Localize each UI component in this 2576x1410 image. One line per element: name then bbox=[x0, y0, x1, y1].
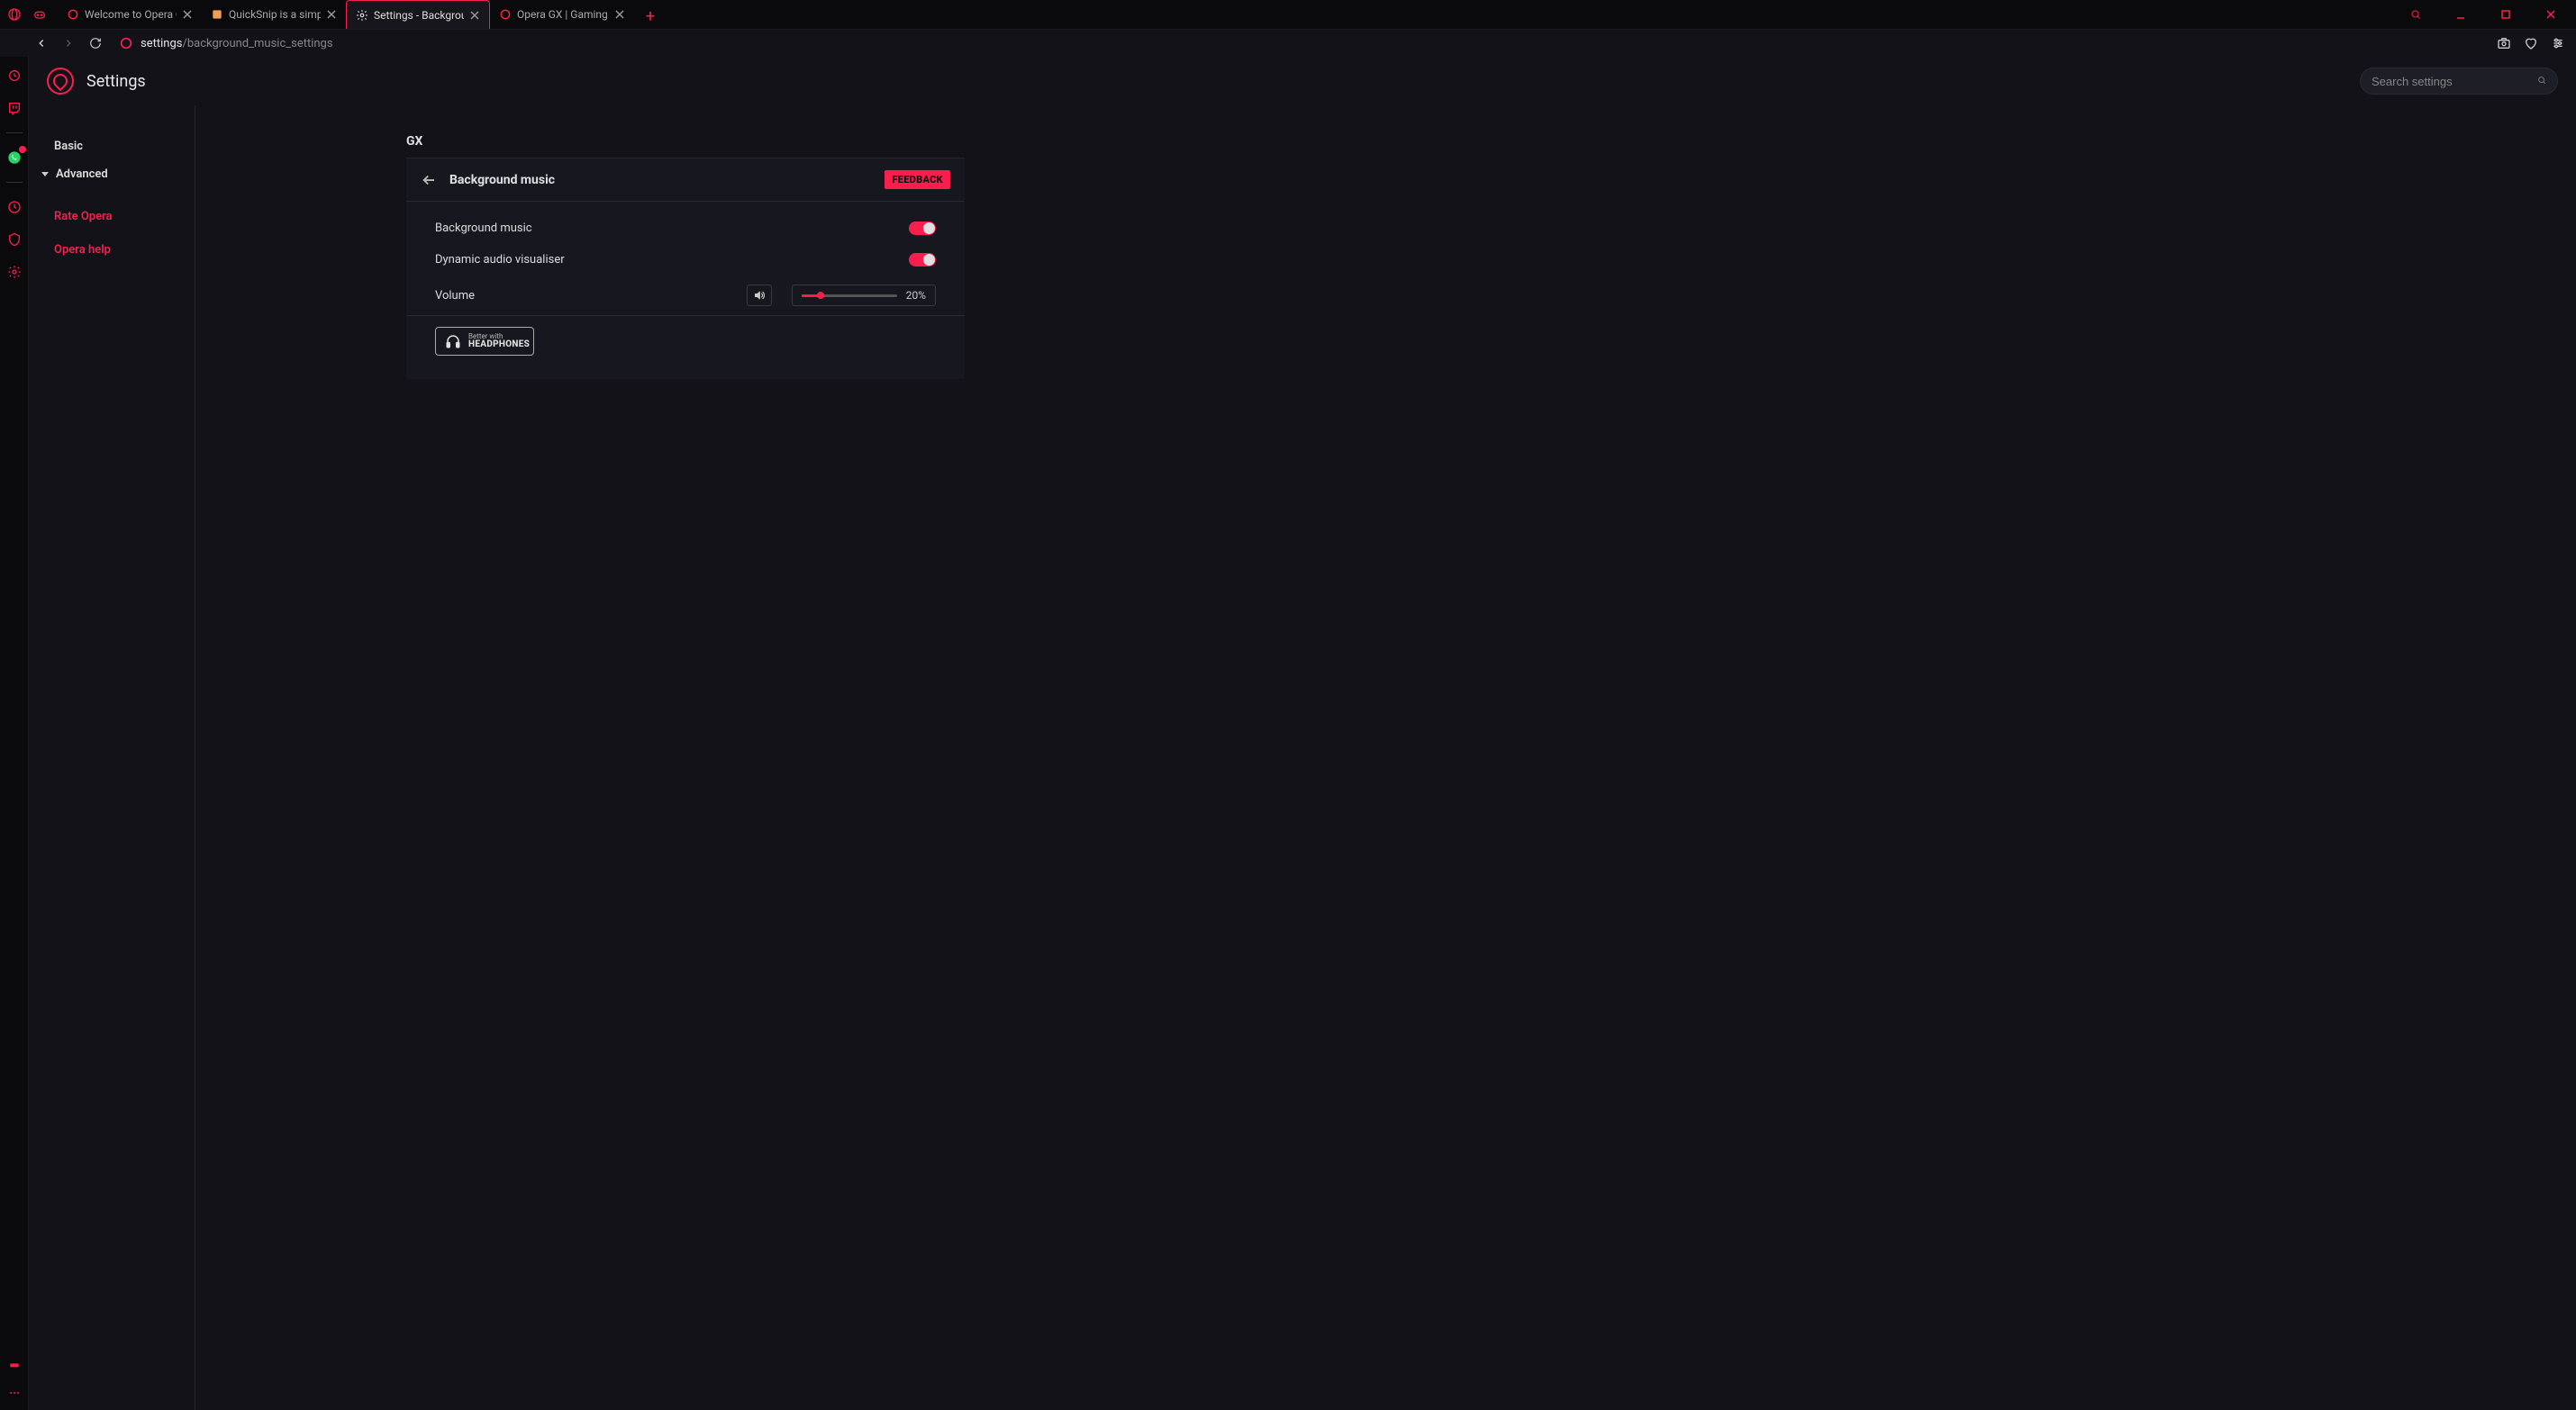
close-window-button[interactable] bbox=[2531, 0, 2571, 29]
feedback-button[interactable]: FEEDBACK bbox=[884, 170, 950, 189]
divider bbox=[6, 182, 23, 183]
address-field[interactable]: settings/background_music_settings bbox=[113, 36, 2488, 50]
opera-icon bbox=[499, 8, 512, 21]
address-bar: settings/background_music_settings bbox=[0, 30, 2576, 57]
close-icon[interactable] bbox=[469, 10, 480, 21]
tab-4[interactable]: Opera GX | Gaming Browse bbox=[490, 0, 634, 29]
tab-1[interactable]: Welcome to Opera GX! bbox=[58, 0, 202, 29]
page-header: Settings bbox=[29, 57, 2576, 105]
snapshot-icon[interactable] bbox=[2497, 36, 2511, 50]
quicksnip-icon bbox=[211, 8, 223, 21]
more-icon[interactable] bbox=[6, 1385, 23, 1401]
tab-2[interactable]: QuickSnip is a simple scree bbox=[202, 0, 346, 29]
mute-button[interactable] bbox=[747, 285, 772, 306]
tab-3-active[interactable]: Settings - Background musi bbox=[346, 0, 490, 29]
heart-icon[interactable] bbox=[2524, 36, 2538, 50]
search-tabs-icon[interactable] bbox=[2396, 0, 2435, 29]
chevron-down-icon bbox=[41, 172, 49, 176]
row-background-music: Background music bbox=[406, 212, 965, 244]
headphones-big-text: HEADPHONES bbox=[468, 340, 530, 349]
card-title: Background music bbox=[449, 173, 555, 187]
close-icon[interactable] bbox=[614, 9, 625, 20]
settings-main-pane: GX Background music FEEDBACK bbox=[195, 105, 2576, 1410]
row-label: Dynamic audio visualiser bbox=[435, 253, 565, 267]
back-button[interactable] bbox=[32, 34, 50, 52]
tab-title: QuickSnip is a simple scree bbox=[229, 8, 321, 21]
gx-control-icon[interactable] bbox=[6, 68, 23, 84]
settings-sidebar: Basic Advanced Rate Opera Opera help bbox=[29, 105, 195, 1410]
gear-icon bbox=[356, 9, 368, 22]
gx-corner-icon[interactable] bbox=[32, 7, 47, 22]
twitch-icon[interactable] bbox=[6, 100, 23, 116]
slider-thumb[interactable] bbox=[817, 292, 824, 299]
new-tab-button[interactable]: + bbox=[638, 4, 663, 29]
tab-title: Opera GX | Gaming Browse bbox=[517, 8, 609, 21]
notification-badge bbox=[19, 146, 26, 153]
settings-logo-icon bbox=[47, 68, 74, 95]
whatsapp-icon[interactable] bbox=[6, 149, 23, 166]
settings-card: Background music FEEDBACK Background mus… bbox=[406, 158, 965, 379]
tab-title: Settings - Background musi bbox=[374, 9, 464, 22]
settings-icon[interactable] bbox=[6, 264, 23, 280]
row-volume: Volume 20% bbox=[406, 276, 965, 315]
url-text: settings/background_music_settings bbox=[141, 37, 333, 50]
back-arrow-button[interactable] bbox=[421, 172, 437, 188]
sidebar-launcher bbox=[0, 57, 29, 1410]
row-visualiser: Dynamic audio visualiser bbox=[406, 244, 965, 276]
extensions-icon[interactable] bbox=[6, 231, 23, 248]
maximize-button[interactable] bbox=[2486, 0, 2526, 29]
search-settings-box[interactable] bbox=[2360, 68, 2558, 95]
easy-setup-icon[interactable] bbox=[2551, 36, 2565, 50]
forward-button[interactable] bbox=[59, 34, 77, 52]
headphones-badge: Better with HEADPHONES bbox=[435, 327, 534, 356]
sidebar-link-opera-help[interactable]: Opera help bbox=[29, 238, 195, 262]
search-settings-input[interactable] bbox=[2372, 75, 2530, 88]
tab-title: Welcome to Opera GX! bbox=[85, 8, 177, 21]
slider-track[interactable] bbox=[802, 294, 897, 297]
section-label-gx: GX bbox=[406, 134, 965, 149]
volume-slider[interactable]: 20% bbox=[792, 285, 936, 306]
search-icon bbox=[2537, 75, 2546, 87]
page-title: Settings bbox=[86, 72, 146, 91]
close-icon[interactable] bbox=[326, 9, 337, 20]
opera-menu-icon[interactable] bbox=[7, 7, 22, 22]
tab-strip: Welcome to Opera GX! QuickSnip is a simp… bbox=[58, 0, 663, 29]
row-label: Background music bbox=[435, 221, 532, 235]
divider bbox=[6, 132, 23, 133]
close-icon[interactable] bbox=[182, 9, 193, 20]
volume-value: 20% bbox=[906, 289, 926, 302]
row-label: Volume bbox=[435, 289, 475, 303]
headphones-icon bbox=[445, 333, 461, 349]
reload-button[interactable] bbox=[86, 34, 104, 52]
opera-site-icon bbox=[119, 36, 133, 50]
card-header: Background music FEEDBACK bbox=[406, 158, 965, 202]
title-bar: Welcome to Opera GX! QuickSnip is a simp… bbox=[0, 0, 2576, 30]
sidebar-item-basic[interactable]: Basic bbox=[29, 134, 195, 158]
workspace-icon[interactable] bbox=[6, 1354, 23, 1370]
sidebar-item-advanced[interactable]: Advanced bbox=[29, 162, 195, 186]
toggle-background-music[interactable] bbox=[909, 221, 936, 235]
toggle-visualiser[interactable] bbox=[909, 253, 936, 267]
history-icon[interactable] bbox=[6, 199, 23, 215]
minimize-button[interactable] bbox=[2441, 0, 2481, 29]
sidebar-link-rate-opera[interactable]: Rate Opera bbox=[29, 204, 195, 229]
opera-icon bbox=[67, 8, 79, 21]
